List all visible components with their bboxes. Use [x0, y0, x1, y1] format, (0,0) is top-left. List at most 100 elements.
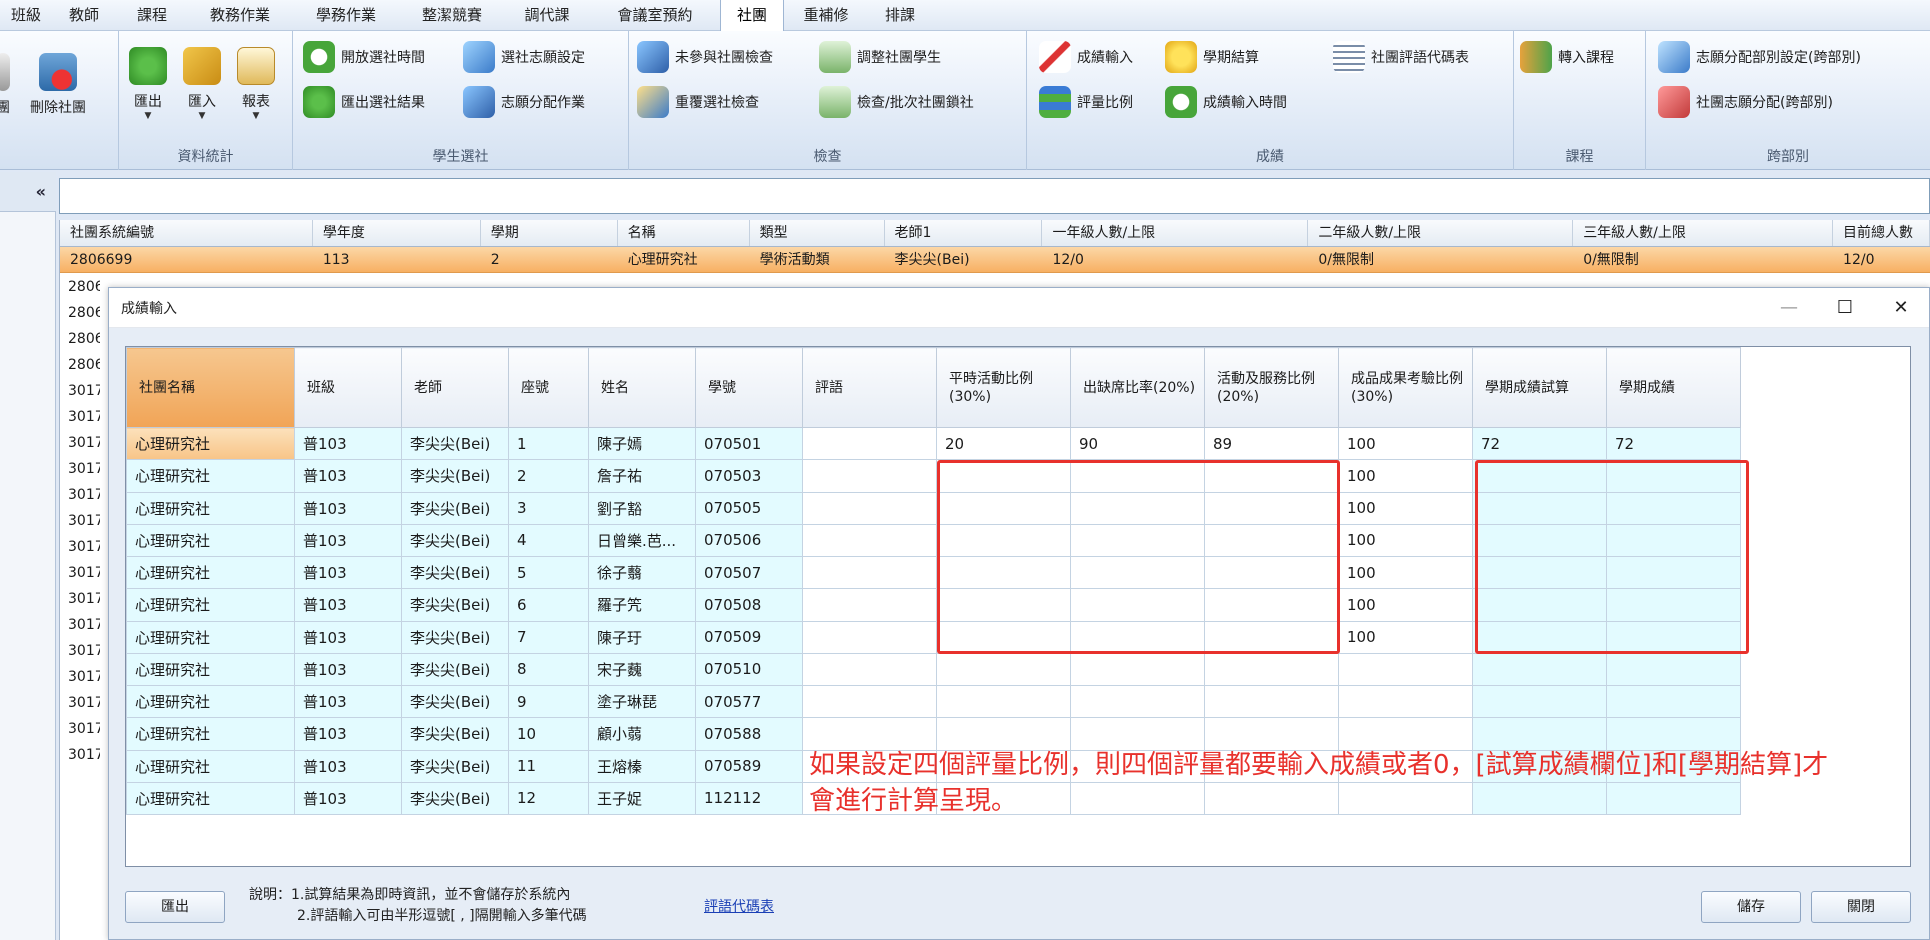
column-header[interactable]: 一年級人數/上限 [1042, 220, 1309, 246]
column-header[interactable]: 出缺席比率(20%) [1070, 347, 1205, 428]
dup-check-button[interactable]: 重覆選社檢查 [637, 86, 759, 118]
table-cell[interactable] [936, 717, 1071, 751]
selected-club-row[interactable]: 2806699 113 2 心理研究社 學術活動類 李尖尖(Bei) 12/0 … [60, 247, 1930, 273]
menu-tab-course[interactable]: 課程 [116, 0, 188, 31]
table-cell[interactable] [1204, 652, 1339, 687]
menu-tab-academic[interactable]: 教務作業 [188, 0, 292, 31]
table-cell[interactable] [802, 684, 937, 719]
export-button[interactable]: 匯出 ▼ [129, 47, 167, 121]
table-cell[interactable] [1338, 684, 1473, 719]
column-header[interactable]: 活動及服務比例(20%) [1204, 347, 1339, 428]
wish-setting-button[interactable]: 選社志願設定 [463, 41, 585, 73]
menu-tab-cleaning[interactable]: 整潔競賽 [400, 0, 504, 31]
column-header[interactable]: 名稱 [618, 220, 750, 246]
table-cell[interactable] [802, 555, 937, 590]
comment-code-link[interactable]: 評語代碼表 [704, 896, 774, 916]
column-header[interactable]: 班級 [294, 347, 402, 428]
table-row[interactable]: 心理研究社 普103 李尖尖(Bei) 8 宋子蘶 070510 [126, 652, 1741, 687]
table-cell[interactable] [802, 459, 937, 493]
column-header[interactable]: 姓名 [588, 347, 696, 428]
table-cell[interactable]: 100 [1338, 620, 1473, 654]
check-lock-button[interactable]: 檢查/批次社團鎖社 [819, 86, 974, 118]
search-input[interactable] [59, 178, 1930, 214]
table-cell[interactable] [802, 652, 937, 687]
adjust-students-button[interactable]: 調整社團學生 [819, 41, 941, 73]
table-cell[interactable] [1070, 652, 1205, 687]
column-header[interactable]: 座號 [508, 347, 589, 428]
score-input-button[interactable]: 成績輸入 [1039, 41, 1133, 73]
table-cell[interactable] [1070, 684, 1205, 719]
column-header[interactable]: 平時活動比例(30%) [936, 347, 1071, 428]
table-cell[interactable]: 100 [1338, 459, 1473, 493]
wish-assign-button[interactable]: 志願分配作業 [463, 86, 585, 118]
menu-tab-class[interactable]: 班級 [0, 0, 52, 31]
unjoined-check-button[interactable]: 未參與社團檢查 [637, 41, 773, 73]
column-header[interactable]: 類型 [750, 220, 885, 246]
table-cell[interactable]: 100 [1338, 523, 1473, 558]
menu-tab-room-booking[interactable]: 會議室預約 [590, 0, 720, 31]
semester-settle-button[interactable]: 學期結算 [1165, 41, 1259, 73]
table-cell[interactable] [1204, 684, 1339, 719]
table-cell[interactable] [802, 491, 937, 525]
menu-tab-makeup[interactable]: 重補修 [784, 0, 868, 31]
column-header[interactable]: 評語 [802, 347, 937, 428]
close-button[interactable]: 關閉 [1811, 891, 1911, 923]
open-time-button[interactable]: 開放選社時間 [303, 41, 425, 73]
table-cell[interactable]: 100 [1338, 426, 1473, 461]
table-cell[interactable]: 100 [1338, 555, 1473, 590]
table-cell[interactable] [936, 684, 1071, 719]
column-header[interactable]: 學期成績試算 [1472, 347, 1607, 428]
export-result-button[interactable]: 匯出選社結果 [303, 86, 425, 118]
column-header[interactable]: 社團系統編號 [60, 220, 313, 246]
column-header[interactable]: 二年級人數/上限 [1308, 220, 1574, 246]
cross-assign-button[interactable]: 社團志願分配(跨部別) [1658, 86, 1833, 118]
menu-tab-teacher[interactable]: 教師 [52, 0, 116, 31]
table-cell[interactable]: 20 [936, 426, 1071, 461]
column-header[interactable]: 學期 [481, 220, 618, 246]
score-time-button[interactable]: 成績輸入時間 [1165, 86, 1287, 118]
export-button[interactable]: 匯出 [125, 891, 225, 923]
table-cell[interactable] [1070, 717, 1205, 751]
table-cell[interactable] [802, 523, 937, 558]
table-cell[interactable] [936, 652, 1071, 687]
maximize-button[interactable]: ☐ [1817, 288, 1873, 328]
table-cell[interactable]: 89 [1204, 426, 1339, 461]
table-cell[interactable] [802, 620, 937, 654]
delete-club-button[interactable]: 刪除社團 [30, 53, 86, 117]
weight-ratio-button[interactable]: 評量比例 [1039, 86, 1133, 118]
column-header[interactable]: 老師1 [885, 220, 1043, 246]
table-cell[interactable]: 90 [1070, 426, 1205, 461]
column-header[interactable]: 學年度 [313, 220, 481, 246]
column-header[interactable]: 成品成果考驗比例(30%) [1338, 347, 1473, 428]
table-cell[interactable]: 100 [1338, 588, 1473, 622]
column-header[interactable]: 老師 [401, 347, 509, 428]
table-cell[interactable] [1204, 717, 1339, 751]
table-cell[interactable] [1338, 717, 1473, 751]
column-header[interactable]: 學期成績 [1606, 347, 1741, 428]
comment-codes-button[interactable]: 社團評語代碼表 [1333, 41, 1469, 73]
menu-tab-club[interactable]: 社團 [720, 0, 784, 31]
table-cell[interactable] [802, 588, 937, 622]
transfer-course-button[interactable]: 轉入課程 [1520, 41, 1614, 73]
sidebar-collapse-button[interactable]: « [0, 172, 56, 212]
report-button[interactable]: 報表 ▼ [237, 47, 275, 121]
menu-tab-student-affairs[interactable]: 學務作業 [292, 0, 400, 31]
club-partial-button[interactable]: 團 [0, 53, 10, 117]
table-row[interactable]: 心理研究社 普103 李尖尖(Bei) 1 陳子嫣 070501 20 90 89 100 72 72 [126, 426, 1741, 461]
table-row[interactable]: 心理研究社 普103 李尖尖(Bei) 10 顧小蒻 070588 [126, 717, 1741, 751]
table-cell[interactable] [802, 717, 937, 751]
cross-setting-button[interactable]: 志願分配部別設定(跨部別) [1658, 41, 1861, 73]
column-header[interactable]: 社團名稱 [126, 347, 295, 428]
minimize-button[interactable]: — [1761, 288, 1817, 328]
import-button[interactable]: 匯入 ▼ [183, 47, 221, 121]
menu-tab-schedule[interactable]: 排課 [868, 0, 932, 31]
save-button[interactable]: 儲存 [1701, 891, 1801, 923]
column-header[interactable]: 三年級人數/上限 [1573, 220, 1834, 246]
table-row[interactable]: 心理研究社 普103 李尖尖(Bei) 9 塗子琳琵 070577 [126, 684, 1741, 719]
close-window-button[interactable]: ✕ [1873, 288, 1929, 328]
table-cell[interactable] [802, 426, 937, 461]
table-cell[interactable]: 100 [1338, 491, 1473, 525]
column-header[interactable]: 目前總人數 [1833, 220, 1930, 246]
table-cell[interactable] [1338, 652, 1473, 687]
column-header[interactable]: 學號 [695, 347, 803, 428]
